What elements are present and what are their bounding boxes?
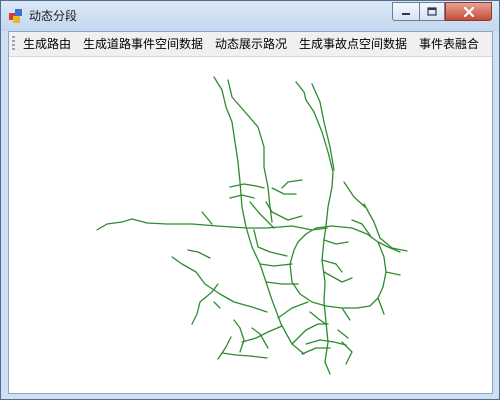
road-network-map bbox=[96, 76, 408, 375]
road-network bbox=[96, 76, 408, 375]
client-area: 生成路由 生成道路事件空间数据 动态展示路况 生成事故点空间数据 事件表融合 bbox=[8, 31, 493, 394]
map-canvas[interactable] bbox=[9, 57, 492, 393]
app-window: 动态分段 生成路由 生成道路事件空间数据 动态展示路况 生成事故点空间数据 事件… bbox=[0, 0, 500, 400]
